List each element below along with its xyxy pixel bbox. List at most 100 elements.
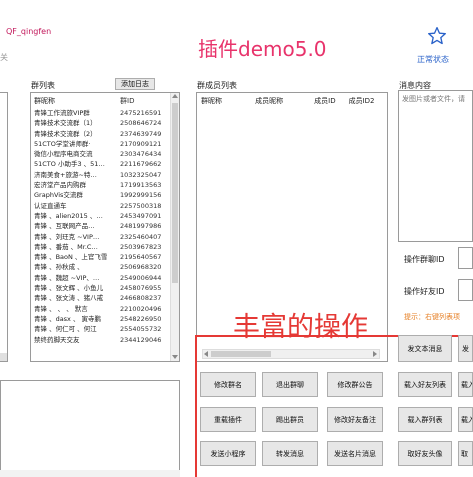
group-row[interactable]: 青锋技术交流群（2） 2374639749	[31, 129, 179, 139]
star-icon[interactable]	[427, 26, 447, 46]
group-name-cell: 宏济堂产品内购群	[34, 181, 86, 190]
group-name-cell: 青锋工作流旅VIP群	[34, 109, 90, 117]
log-panel[interactable]	[0, 380, 180, 477]
group-row[interactable]: 青锋 、 、 、 默言 2210020496	[31, 304, 179, 314]
send-mini-program-button[interactable]: 发送小程序	[200, 441, 256, 466]
scroll-left-icon[interactable]	[204, 351, 208, 357]
reload-plugin-button[interactable]: 重载插件	[200, 407, 256, 432]
group-row[interactable]: 宏济堂产品内购群 1719913563	[31, 180, 179, 190]
column-header-member-id[interactable]: 成员ID	[314, 96, 348, 106]
group-list-label: 群列表	[31, 81, 55, 90]
group-row[interactable]: 禁终药脚天交友 2344129046	[31, 335, 179, 345]
scroll-right-icon[interactable]	[373, 351, 377, 357]
group-row[interactable]: 青锋工作流旅VIP群 2475216591	[31, 108, 179, 118]
group-row[interactable]: 青锋 、张文涛 、猪八戒 2466808237	[31, 293, 179, 303]
group-name-cell: 青锋 、 、 、 默言	[34, 304, 88, 313]
scroll-thumb[interactable]	[172, 103, 178, 283]
load-friend-list-button[interactable]: 载入好友列表	[398, 372, 452, 397]
scroll-thumb[interactable]	[211, 351, 271, 357]
group-row[interactable]: 青锋 、魏超 ~VIP、… 2549006944	[31, 273, 179, 283]
group-name-cell: 青锋技术交流群（1）	[34, 119, 97, 128]
friend-id-input[interactable]	[458, 279, 473, 301]
group-name-cell: 青锋 、alien2015 、…	[34, 211, 103, 220]
group-row[interactable]: 青锋 、dasx 、 寅寺鹏 2548226950	[31, 314, 179, 324]
group-name-cell: 微信小程序电商交流	[34, 150, 93, 159]
scroll-up-icon[interactable]	[172, 94, 178, 98]
group-id-cell: 2210020496	[120, 304, 162, 313]
group-id-cell: 2453497091	[120, 211, 162, 220]
get-more-button[interactable]: 取	[458, 441, 473, 466]
group-id-cell: 2170909121	[120, 139, 162, 148]
group-id-cell: 2344129046	[120, 335, 162, 344]
column-header-group-name[interactable]: 群昵称	[34, 96, 120, 106]
group-list[interactable]: 群昵称 群ID 青锋工作流旅VIP群 2475216591 青锋技术交流群（1） 25…	[30, 92, 180, 362]
group-name-cell: 51CTO学堂讲师群·	[34, 139, 91, 148]
group-list-header: 群昵称 群ID	[31, 93, 179, 106]
scrollbar[interactable]	[0, 353, 7, 361]
group-row[interactable]: 微信小程序电商交流 2303476434	[31, 149, 179, 159]
group-name-cell: 青锋 、张文涛 、猪八戒	[34, 294, 104, 303]
group-name-cell: 青锋 、张文辉 、小鱼儿	[34, 284, 104, 293]
column-header-member-id-2[interactable]: 成员ID2	[349, 96, 383, 106]
group-list-scrollbar[interactable]	[170, 93, 179, 361]
group-id-cell: 2475216591	[120, 109, 162, 117]
group-row[interactable]: 青锋 、张文辉 、小鱼儿 2458076955	[31, 283, 179, 293]
group-id-cell: 1992999156	[120, 191, 162, 200]
edit-friend-note-button[interactable]: 修改好友备注	[327, 407, 383, 432]
kick-member-button[interactable]: 踢出群员	[262, 407, 318, 432]
edit-group-notice-button[interactable]: 修改群公告	[327, 372, 383, 397]
load-more-button[interactable]: 载入	[458, 372, 473, 397]
group-name-cell: 青锋 、孙秋成 、	[34, 263, 84, 272]
group-row[interactable]: 青锋 、番茄 、Mr.C… 2503967823	[31, 242, 179, 252]
group-row[interactable]: 青锋技术交流群（1） 2508646724	[31, 118, 179, 128]
group-id-cell: 2466808237	[120, 294, 162, 303]
send-card-message-button[interactable]: 发送名片消息	[327, 441, 383, 466]
group-id-cell: 2303476434	[120, 150, 162, 159]
column-header-group-id[interactable]: 群ID	[120, 96, 164, 106]
group-name-cell: 青锋 、魏超 ~VIP、…	[34, 273, 100, 282]
scroll-down-icon[interactable]	[172, 355, 178, 359]
group-name-cell: 青锋 、dasx 、 寅寺鹏	[34, 314, 102, 323]
left-list-panel[interactable]	[0, 92, 8, 362]
load-group-list-button[interactable]: 载入群列表	[398, 407, 452, 432]
group-row[interactable]: 青锋 、何仁可 、何江 2554055732	[31, 324, 179, 334]
send-text-button[interactable]: 发文本消息	[398, 335, 452, 362]
message-input[interactable]	[399, 91, 472, 241]
group-row[interactable]: 51CTO 小助手3 、51… 2211679662	[31, 159, 179, 169]
group-row[interactable]: GraphVis交流群 1992999156	[31, 190, 179, 200]
group-row[interactable]: 青锋 、刘玨克 ~VIP… 2325460407	[31, 232, 179, 242]
forward-message-button[interactable]: 转发消息	[262, 441, 318, 466]
message-content-box[interactable]	[398, 90, 473, 242]
group-id-cell: 2503967823	[120, 242, 162, 251]
group-id-cell: 2508646724	[120, 119, 162, 128]
group-name-cell: 青锋 、刘玨克 ~VIP…	[34, 232, 100, 241]
group-id-cell: 2548226950	[120, 314, 162, 323]
group-name-cell: 青锋技术交流群（2）	[34, 129, 97, 138]
member-list-hscrollbar[interactable]	[202, 349, 380, 359]
group-row[interactable]: 青锋 、孙秋成 、 2506968320	[31, 262, 179, 272]
add-log-button[interactable]: 添加日志	[115, 78, 155, 90]
group-row[interactable]: 青锋 、BaoN 、上官飞雪 2195640567	[31, 252, 179, 262]
group-rows: 青锋工作流旅VIP群 2475216591 青锋技术交流群（1） 2508646724…	[31, 106, 179, 345]
group-row[interactable]: 青锋 、互联网产品… 2481997986	[31, 221, 179, 231]
group-id-cell: 1719913563	[120, 181, 162, 190]
group-id-input[interactable]	[458, 247, 473, 269]
send-more-button[interactable]: 发	[458, 335, 473, 362]
group-row[interactable]: 51CTO学堂讲师群· 2170909121	[31, 139, 179, 149]
app-title: 插件demo5.0	[198, 37, 327, 61]
get-friend-avatar-button[interactable]: 取好友头像	[398, 441, 452, 466]
group-id-cell: 2481997986	[120, 222, 162, 231]
column-header-group-nick[interactable]: 群昵称	[201, 96, 255, 106]
group-row[interactable]: 青锋 、alien2015 、… 2453497091	[31, 211, 179, 221]
group-row[interactable]: 认证直通车 2257500318	[31, 201, 179, 211]
leave-group-button[interactable]: 退出群聊	[262, 372, 318, 397]
group-row[interactable]: 济南美食+旅游~特… 1032325047	[31, 170, 179, 180]
group-id-cell: 2506968320	[120, 263, 162, 272]
group-id-label: 操作群聊ID	[404, 255, 445, 264]
load-more-button-2[interactable]: 载入	[458, 407, 473, 432]
group-id-cell: 2458076955	[120, 284, 162, 293]
user-name: QF_qingfen	[6, 27, 52, 36]
log-scrollbar[interactable]	[0, 470, 180, 477]
column-header-member-nick[interactable]: 成员昵称	[255, 96, 314, 106]
edit-group-name-button[interactable]: 修改群名	[200, 372, 256, 397]
